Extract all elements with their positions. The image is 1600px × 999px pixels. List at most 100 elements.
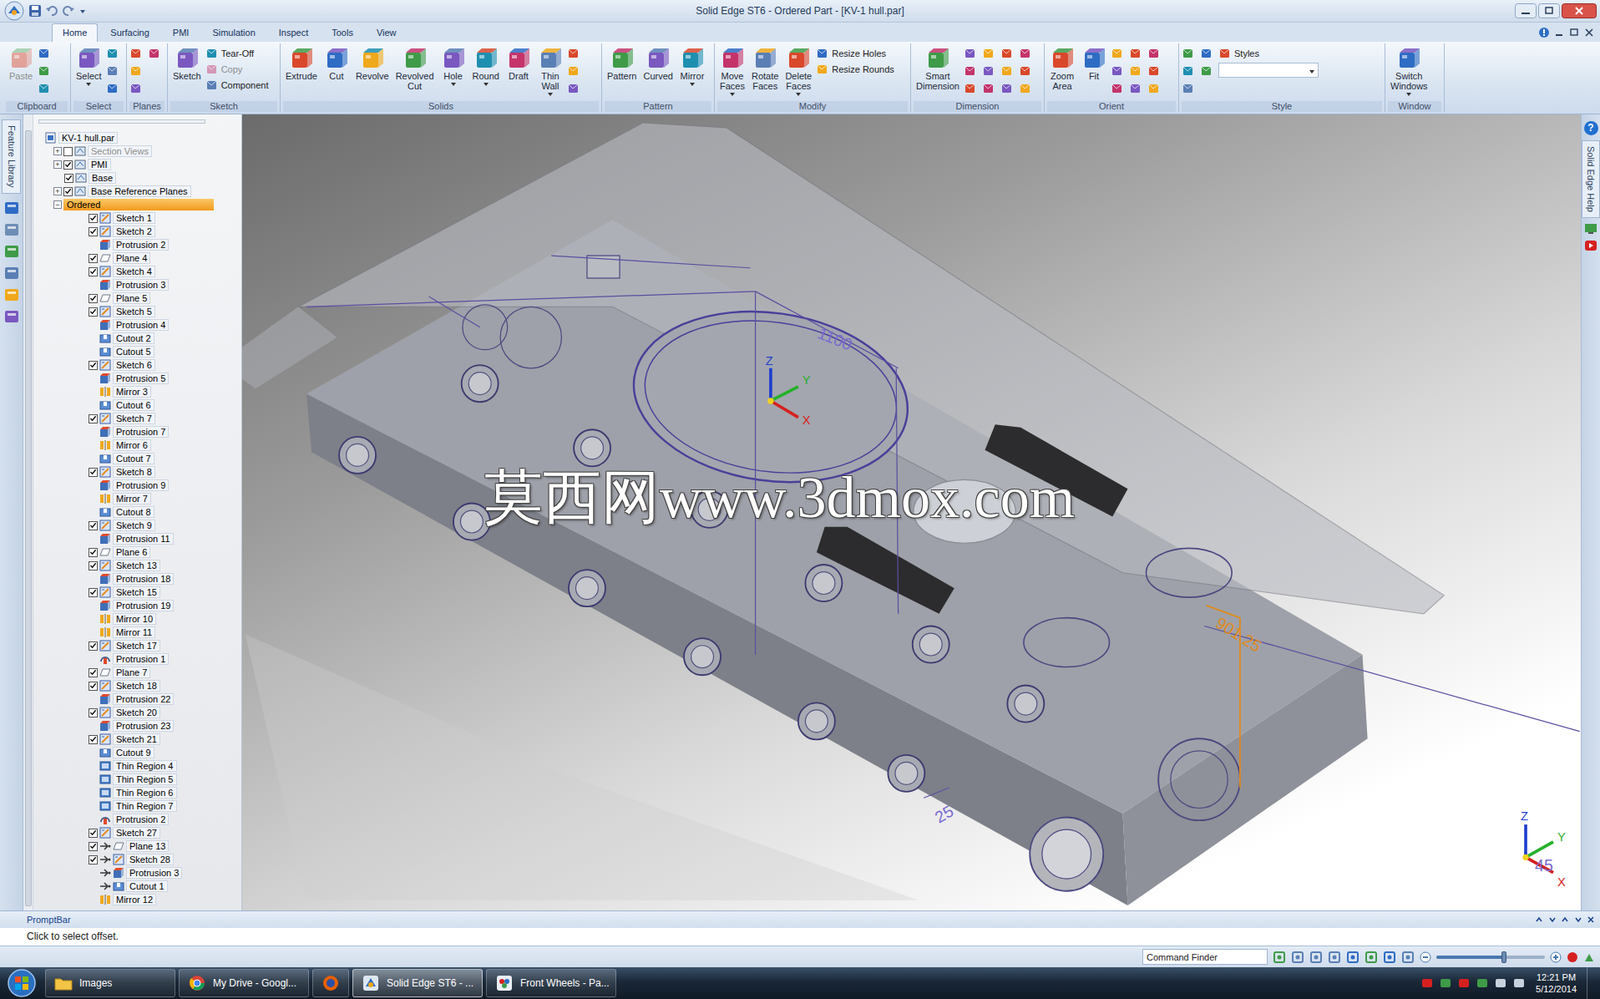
tool-icon[interactable] <box>1110 64 1125 78</box>
taskbar-button[interactable]: Front Wheels - Pa... <box>486 968 617 998</box>
start-orb-icon[interactable] <box>1 967 42 998</box>
tree-row[interactable]: −Ordered <box>33 197 242 212</box>
tree-checkbox[interactable] <box>88 253 98 264</box>
tool-icon[interactable] <box>1200 46 1214 61</box>
tray-icon[interactable] <box>1512 976 1526 990</box>
tool-icon[interactable] <box>129 64 143 78</box>
tool-icon[interactable] <box>982 46 996 61</box>
dropdown-arrow[interactable] <box>1406 92 1412 97</box>
tree-expander[interactable]: + <box>53 146 62 156</box>
tree-checkbox[interactable] <box>63 187 73 197</box>
ribbon-button[interactable]: Pattern <box>604 45 639 82</box>
ribbon-button[interactable]: Curved <box>640 45 675 82</box>
tree-label[interactable]: Protrusion 9 <box>112 479 169 492</box>
tree-checkbox[interactable] <box>88 708 98 718</box>
tool-icon[interactable] <box>567 64 581 78</box>
tool-icon[interactable] <box>106 46 120 61</box>
ribbon-small-button[interactable]: Resize Holes <box>815 46 895 61</box>
record-icon[interactable] <box>1566 951 1579 963</box>
tree-row[interactable]: Base <box>33 171 242 185</box>
prompt-control-icon[interactable] <box>1534 915 1544 924</box>
tree-row[interactable]: +Base Reference Planes <box>33 184 242 198</box>
tray-icon[interactable] <box>1475 976 1489 990</box>
tree-label[interactable]: Base <box>88 172 117 184</box>
tree-row[interactable]: Thin Region 6 <box>33 785 242 800</box>
feature-library-tab[interactable]: Feature Library <box>1 119 21 194</box>
tree-row[interactable]: KV-1 hull.par <box>33 131 242 145</box>
tool-icon[interactable] <box>1000 81 1014 96</box>
tree-label[interactable]: Plane 7 <box>112 666 151 679</box>
tree-row[interactable]: Protrusion 23 <box>33 718 242 733</box>
tree-label[interactable]: Protrusion 18 <box>112 572 174 585</box>
tree-label[interactable]: Protrusion 2 <box>112 238 169 251</box>
tree-row[interactable]: Sketch 4 <box>33 264 242 279</box>
tool-icon[interactable] <box>567 81 581 96</box>
view-tool-icon[interactable] <box>1327 950 1342 964</box>
tree-row[interactable]: Protrusion 7 <box>33 425 242 439</box>
tree-label[interactable]: Cutout 5 <box>112 345 155 358</box>
tool-icon[interactable] <box>1181 64 1195 78</box>
tree-label[interactable]: Mirror 11 <box>112 626 156 638</box>
tree-label[interactable]: Sketch 15 <box>112 586 161 598</box>
tree-row[interactable]: Protrusion 5 <box>33 371 242 385</box>
tree-label[interactable]: Sketch 4 <box>112 265 156 278</box>
tree-label[interactable]: Plane 13 <box>126 840 169 852</box>
tool-icon[interactable] <box>106 64 120 78</box>
view-tool-icon[interactable] <box>1364 950 1378 964</box>
ribbon-tab[interactable]: Tools <box>320 23 365 42</box>
tray-icon[interactable] <box>1438 976 1453 990</box>
tree-row[interactable]: Plane 5 <box>33 291 242 305</box>
help-tab[interactable]: Solid Edge Help <box>1581 140 1600 218</box>
prompt-control-icon[interactable] <box>1586 915 1595 924</box>
tray-icon[interactable] <box>1420 976 1434 990</box>
tree-row[interactable]: Thin Region 5 <box>33 772 242 786</box>
tree-checkbox[interactable] <box>88 467 98 477</box>
ribbon-button[interactable]: Fit <box>1078 45 1109 82</box>
tree-label[interactable]: Mirror 6 <box>112 439 152 451</box>
panel-icon[interactable] <box>4 265 20 281</box>
tree-label[interactable]: Sketch 20 <box>112 706 161 719</box>
tree-checkbox[interactable] <box>88 414 98 424</box>
tool-icon[interactable] <box>37 81 51 96</box>
tree-checkbox[interactable] <box>88 681 98 691</box>
tree-row[interactable]: Sketch 5 <box>33 304 242 319</box>
tree-row[interactable]: Cutout 2 <box>33 331 242 345</box>
view-tool-icon[interactable] <box>1272 950 1287 964</box>
zoom-thumb[interactable] <box>1501 951 1507 963</box>
panel-icon[interactable] <box>4 200 20 216</box>
taskbar-button[interactable]: Images <box>45 968 176 998</box>
close-icon[interactable] <box>1561 3 1597 19</box>
tree-row[interactable]: Cutout 6 <box>33 398 242 412</box>
ribbon-tab[interactable]: Home <box>51 23 98 42</box>
tree-row[interactable]: Protrusion 3 <box>33 865 242 880</box>
tree-label[interactable]: Sketch 18 <box>112 679 161 692</box>
tree-checkbox[interactable] <box>88 307 98 317</box>
tool-icon[interactable] <box>1018 81 1033 96</box>
dropdown-arrow[interactable] <box>450 82 456 87</box>
tree-row[interactable]: Mirror 6 <box>33 438 242 452</box>
dropdown-arrow[interactable] <box>795 92 801 97</box>
tree-label[interactable]: Thin Region 4 <box>112 759 178 772</box>
tool-icon[interactable] <box>963 46 978 61</box>
zoom-out-icon[interactable] <box>1419 951 1432 963</box>
tool-icon[interactable] <box>1018 46 1033 61</box>
tree-row[interactable]: Sketch 17 <box>33 638 242 653</box>
ribbon-tab[interactable]: PMI <box>162 23 201 42</box>
dropdown-arrow[interactable] <box>729 92 735 97</box>
tree-scrollbar[interactable] <box>23 114 34 911</box>
tree-checkbox[interactable] <box>88 267 98 277</box>
tool-icon[interactable] <box>1129 81 1143 96</box>
tray-icon[interactable] <box>1457 976 1471 990</box>
tree-checkbox[interactable] <box>63 146 73 157</box>
tree-label[interactable]: Thin Region 5 <box>112 773 178 785</box>
tree-checkbox[interactable] <box>88 547 98 557</box>
doc-restore-icon[interactable] <box>1568 26 1580 39</box>
tree-row[interactable]: Protrusion 19 <box>33 598 242 613</box>
tool-icon[interactable] <box>963 64 978 78</box>
tool-icon[interactable] <box>106 81 120 96</box>
tree-row[interactable]: Plane 6 <box>33 545 242 559</box>
ribbon-button[interactable]: Paste <box>5 45 36 82</box>
tree-checkbox[interactable] <box>88 293 98 304</box>
zoom-slider[interactable] <box>1436 955 1545 959</box>
ribbon-button[interactable]: Mirror <box>677 45 708 87</box>
